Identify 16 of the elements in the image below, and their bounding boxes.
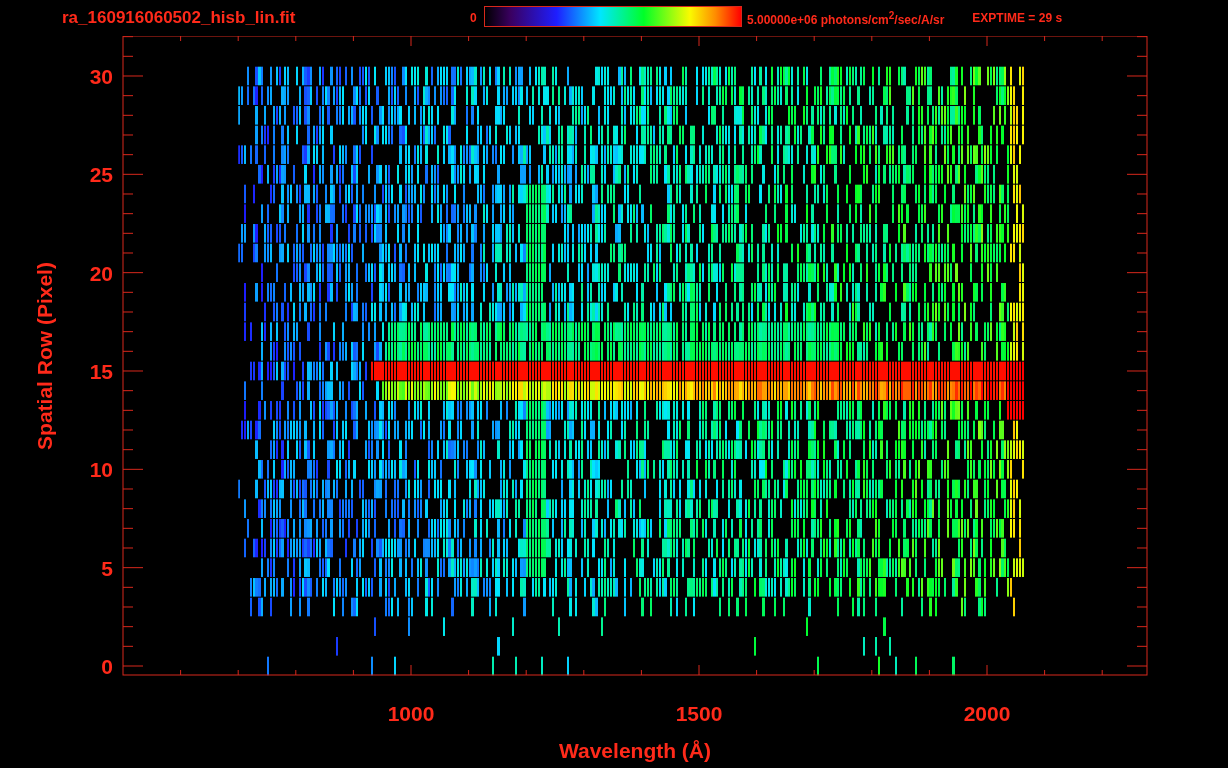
y-tick-label: 10 bbox=[89, 458, 113, 482]
colorbar-min-label: 0 bbox=[470, 11, 478, 25]
y-tick-label: 15 bbox=[89, 360, 113, 383]
x-axis-title: Wavelength (Å) bbox=[558, 739, 712, 762]
y-axis-title: Spatial Row (Pixel) bbox=[33, 262, 56, 450]
x-tick-label: 2000 bbox=[963, 702, 1011, 725]
x-tick-label: 1500 bbox=[675, 702, 723, 725]
colorbar-max-label: 5.00000e+06 photons/cm$^{2}$/sec/A/sr bbox=[747, 9, 945, 27]
y-tick-label: 25 bbox=[89, 163, 113, 187]
y-tick-label: 30 bbox=[89, 65, 113, 88]
y-tick-label: 20 bbox=[89, 261, 113, 285]
plot-title: ra_160916060502_hisb_lin.fit bbox=[62, 8, 297, 28]
exposure-time-label: EXPTIME = 29 s bbox=[972, 11, 1063, 25]
x-tick-label: 1000 bbox=[387, 702, 435, 725]
y-tick-label: 0 bbox=[101, 655, 113, 678]
y-tick-label: 5 bbox=[101, 556, 113, 580]
